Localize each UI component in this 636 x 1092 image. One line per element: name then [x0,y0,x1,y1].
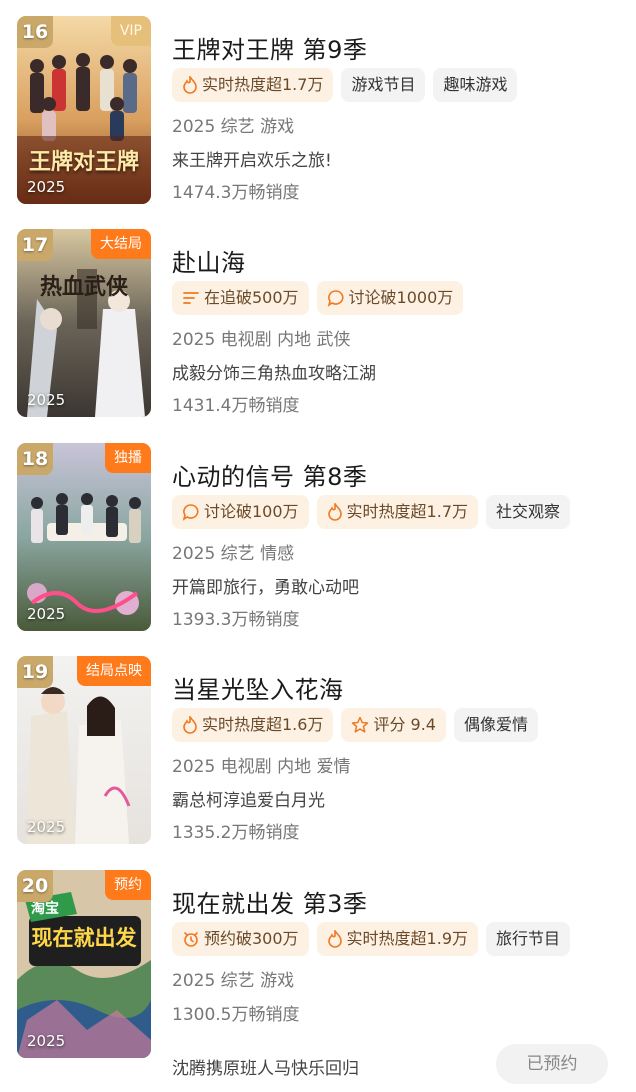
tag-label: 实时热度超1.9万 [346,929,468,948]
tag-label: 实时热度超1.6万 [202,715,324,734]
tag-label: 旅行节目 [496,929,561,948]
preview-badge: 结局点映 [77,656,151,686]
poster-image[interactable]: 热血武侠 17 大结局 2025 [17,229,151,417]
vip-badge: VIP [110,16,151,46]
genre-tag[interactable]: 趣味游戏 [433,68,518,102]
tag-label: 讨论破1000万 [348,288,454,307]
rank-number: 19 [17,656,53,688]
show-title[interactable]: 当星光坠入花海 [172,670,344,705]
description: 沈腾携原班人马快乐回归 [172,1059,359,1079]
tag-label: 偶像爱情 [464,715,529,734]
description: 成毅分饰三角热血攻略江湖 [172,364,376,384]
genre-tag[interactable]: 游戏节目 [341,68,426,102]
tag-row: 预约破300万 实时热度超1.9万 旅行节目 [172,922,571,956]
discussion-tag[interactable]: 讨论破100万 [172,495,309,529]
chat-bubble-icon [182,504,199,521]
sales-count: 1393.3万畅销度 [172,610,300,630]
meta-info: 2025 综艺 游戏 [172,117,295,137]
exclusive-badge: 独播 [105,443,151,473]
show-title[interactable]: 赴山海 [172,243,246,278]
finale-badge: 大结局 [91,229,151,259]
hot-tag[interactable]: 实时热度超1.9万 [316,922,478,956]
tag-label: 趣味游戏 [443,75,508,94]
flame-icon [183,716,197,734]
poster-year: 2025 [27,178,66,196]
description: 来王牌开启欢乐之旅! [172,151,332,171]
poster-year: 2025 [27,1032,66,1050]
poster-image[interactable]: 现在就出发 淘宝 20 预约 2025 [17,870,151,1058]
genre-tag[interactable]: 社交观察 [486,495,571,529]
hot-tag[interactable]: 实时热度超1.7万 [316,495,478,529]
meta-info: 2025 电视剧 内地 爱情 [172,757,351,777]
tag-label: 游戏节目 [351,75,416,94]
tag-label: 实时热度超1.7万 [202,75,324,94]
rank-number: 17 [17,229,53,261]
poster-title: 王牌对王牌 [28,150,139,175]
flame-icon [327,930,342,948]
tag-label: 社交观察 [496,502,561,521]
tag-row: 实时热度超1.7万 游戏节目 趣味游戏 [172,68,518,102]
list-item[interactable]: 18 独播 2025 心动的信号 第8季 讨论破100万 实时热度超1.7万 社… [0,443,636,635]
description: 霸总柯淳追爱白月光 [172,791,325,811]
following-tag[interactable]: 在追破500万 [172,281,309,315]
tag-row: 实时热度超1.6万 评分 9.4 偶像爱情 [172,708,539,742]
rank-number: 20 [17,870,53,902]
chat-bubble-icon [327,290,344,307]
alarm-clock-icon [184,932,198,947]
tag-label: 实时热度超1.7万 [346,502,468,521]
list-item[interactable]: 热血武侠 17 大结局 2025 赴山海 在追破500万 讨论破1000万 20… [0,229,636,421]
tag-label: 评分 9.4 [373,715,436,734]
reservation-tag[interactable]: 预约破300万 [172,922,309,956]
meta-info: 2025 综艺 情感 [172,544,295,564]
rank-number: 16 [17,16,53,48]
description: 开篇即旅行，勇敢心动吧 [172,578,359,598]
genre-tag[interactable]: 旅行节目 [486,922,571,956]
list-icon [183,292,199,304]
meta-info: 2025 电视剧 内地 武侠 [172,330,351,350]
show-title[interactable]: 心动的信号 第8季 [172,457,367,492]
flame-icon [327,503,342,521]
list-item[interactable]: 王牌对王牌 16 VIP 2025 王牌对王牌 第9季 实时热度超1.7万 游戏… [0,16,636,208]
poster-image[interactable]: 18 独播 2025 [17,443,151,631]
sales-count: 1335.2万畅销度 [172,823,300,843]
reserve-badge: 预约 [105,870,151,900]
tag-label: 预约破300万 [204,929,299,948]
list-item[interactable]: 现在就出发 淘宝 20 预约 2025 现在就出发 第3季 预约破300万 实时… [0,870,636,1092]
tag-row: 讨论破100万 实时热度超1.7万 社交观察 [172,495,571,529]
sales-count: 1474.3万畅销度 [172,183,300,203]
show-title[interactable]: 王牌对王牌 第9季 [172,30,367,65]
sales-count: 1300.5万畅销度 [172,1005,300,1025]
poster-title: 现在就出发 [31,926,137,950]
star-icon [352,716,369,733]
list-item[interactable]: 19 结局点映 2025 当星光坠入花海 实时热度超1.6万 评分 9.4 偶像… [0,656,636,848]
tag-label: 讨论破100万 [204,502,299,521]
reserved-button[interactable]: 已预约 [496,1044,608,1084]
flame-icon [183,76,197,94]
genre-tag[interactable]: 偶像爱情 [454,708,539,742]
hot-tag[interactable]: 实时热度超1.6万 [172,708,334,742]
poster-year: 2025 [27,605,66,623]
poster-image[interactable]: 19 结局点映 2025 [17,656,151,844]
rank-number: 18 [17,443,53,475]
poster-year: 2025 [27,818,66,836]
poster-year: 2025 [27,391,66,409]
sales-count: 1431.4万畅销度 [172,396,300,416]
hot-tag[interactable]: 实时热度超1.7万 [172,68,334,102]
tag-label: 在追破500万 [204,288,299,307]
poster-title: 热血武侠 [39,275,128,300]
tag-row: 在追破500万 讨论破1000万 [172,281,464,315]
meta-info: 2025 综艺 游戏 [172,971,295,991]
rating-tag[interactable]: 评分 9.4 [341,708,446,742]
discussion-tag[interactable]: 讨论破1000万 [316,281,464,315]
poster-image[interactable]: 王牌对王牌 16 VIP 2025 [17,16,151,204]
show-title[interactable]: 现在就出发 第3季 [172,884,367,919]
